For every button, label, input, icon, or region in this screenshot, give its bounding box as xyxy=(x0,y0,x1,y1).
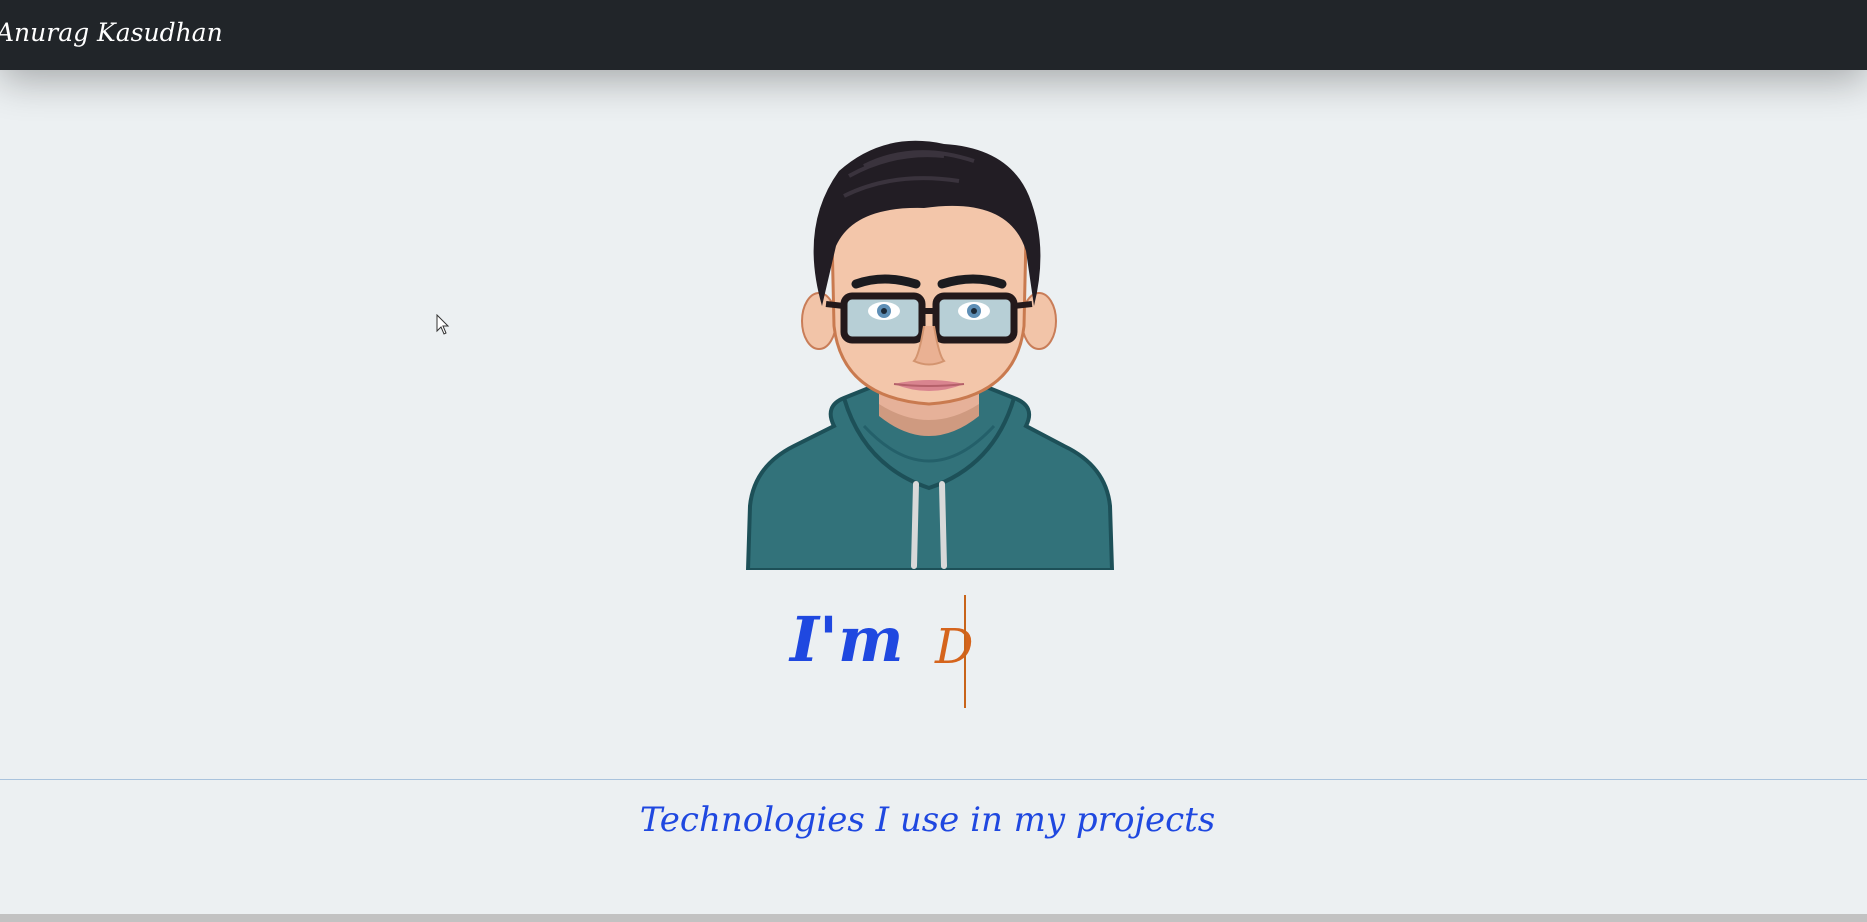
mouse-pointer-icon xyxy=(436,314,450,335)
avatar-image xyxy=(745,140,1114,570)
technologies-heading: Technologies I use in my projects xyxy=(639,800,1216,840)
typed-role-text: D xyxy=(935,619,974,675)
section-divider xyxy=(0,779,1867,780)
intro-line: I'm D xyxy=(790,595,1190,710)
typing-caret xyxy=(964,595,966,708)
horizontal-scrollbar[interactable] xyxy=(0,914,1867,922)
intro-prefix: I'm xyxy=(790,603,904,676)
navbar: Anurag Kasudhan xyxy=(0,0,1867,70)
brand-link[interactable]: Anurag Kasudhan xyxy=(0,18,223,47)
